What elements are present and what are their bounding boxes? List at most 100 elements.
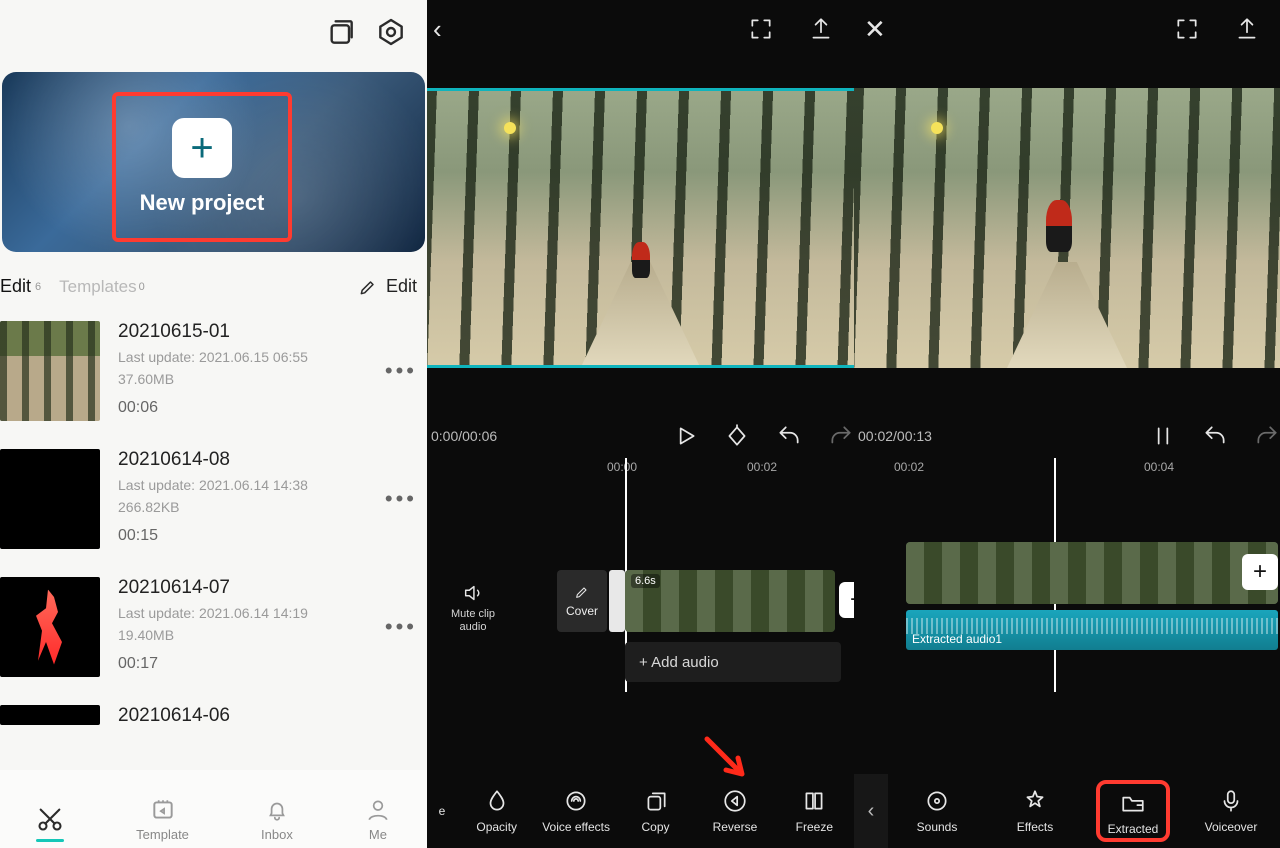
mic-icon bbox=[1218, 788, 1244, 814]
project-title: 20210614-08 bbox=[118, 449, 308, 471]
audio-track[interactable]: Extracted audio1 bbox=[906, 610, 1278, 650]
extracted-highlight: Extracted bbox=[1096, 780, 1171, 842]
tool-label: Opacity bbox=[476, 820, 517, 834]
project-more-icon[interactable]: ••• bbox=[385, 358, 423, 384]
project-title: 20210615-01 bbox=[118, 321, 308, 343]
timeline[interactable]: + Extracted audio1 bbox=[854, 482, 1280, 712]
video-preview[interactable] bbox=[854, 88, 1280, 368]
project-item[interactable]: 20210614-06 bbox=[0, 691, 427, 727]
tool-row: e Opacity Voice effects Copy Reverse Fre… bbox=[427, 774, 854, 848]
project-title: 20210614-06 bbox=[118, 705, 230, 727]
nav-edit[interactable] bbox=[36, 805, 64, 842]
tool-row: ‹ Sounds Effects Extracted Voiceover bbox=[854, 774, 1280, 848]
tool-label: e bbox=[439, 804, 446, 818]
play-icon[interactable] bbox=[672, 423, 698, 449]
tool-reverse[interactable]: Reverse bbox=[695, 788, 774, 834]
pause-icon[interactable] bbox=[1150, 423, 1176, 449]
add-audio-button[interactable]: + Add audio bbox=[625, 642, 841, 682]
video-clip[interactable] bbox=[906, 542, 1278, 604]
video-clip[interactable]: 6.6s bbox=[625, 570, 835, 632]
plus-icon: + bbox=[172, 118, 232, 178]
timeline-ruler[interactable]: 00:02 00:04 bbox=[854, 460, 1280, 482]
tab-edit-count: 6 bbox=[35, 281, 41, 293]
clip-handle-left[interactable] bbox=[609, 570, 625, 632]
tool-freeze[interactable]: Freeze bbox=[775, 788, 854, 834]
project-more-icon[interactable]: ••• bbox=[385, 486, 423, 512]
project-item[interactable]: 20210615-01 Last update: 2021.06.15 06:5… bbox=[0, 307, 427, 435]
tool-label: Sounds bbox=[917, 820, 958, 834]
bell-icon bbox=[264, 797, 290, 823]
nav-inbox[interactable]: Inbox bbox=[261, 797, 293, 842]
back-icon[interactable]: ‹ bbox=[433, 14, 442, 45]
add-clip-button[interactable]: + bbox=[1242, 554, 1278, 590]
timeline-ruler[interactable]: 00:00 00:02 bbox=[427, 460, 854, 482]
project-thumb bbox=[0, 577, 100, 677]
add-audio-label: + Add audio bbox=[639, 654, 719, 671]
folder-icon bbox=[1120, 790, 1146, 816]
mute-label: Mute clip audio bbox=[443, 608, 503, 634]
tool-sounds[interactable]: Sounds bbox=[888, 788, 986, 834]
timeline[interactable]: Mute clip audio Cover 6.6s + + Add audio bbox=[427, 482, 854, 712]
voice-effects-icon bbox=[563, 788, 589, 814]
nav-inbox-label: Inbox bbox=[261, 827, 293, 842]
tool-scroll-left[interactable]: ‹ bbox=[854, 774, 888, 848]
effects-icon bbox=[1022, 788, 1048, 814]
tool-opacity[interactable]: Opacity bbox=[457, 788, 536, 834]
tool-label: Voiceover bbox=[1205, 820, 1258, 834]
edit-mode-label: Edit bbox=[386, 276, 417, 297]
fullscreen-icon[interactable] bbox=[1174, 16, 1200, 42]
reverse-icon bbox=[722, 788, 748, 814]
home-panel: + New project Edit 6 Templates 0 Edit 20… bbox=[0, 0, 427, 848]
mute-clip-audio-button[interactable]: Mute clip audio bbox=[443, 582, 503, 634]
keyframe-icon[interactable] bbox=[724, 423, 750, 449]
undo-icon[interactable] bbox=[1202, 423, 1228, 449]
edit-mode-button[interactable]: Edit bbox=[358, 276, 417, 297]
tool-partial[interactable]: e bbox=[427, 804, 457, 818]
tab-templates-count: 0 bbox=[139, 281, 145, 293]
ruler-mark: 00:00 bbox=[607, 460, 637, 474]
project-more-icon[interactable]: ••• bbox=[385, 614, 423, 640]
nav-me[interactable]: Me bbox=[365, 797, 391, 842]
video-preview[interactable] bbox=[427, 88, 854, 368]
tool-voice-effects[interactable]: Voice effects bbox=[536, 788, 615, 834]
ruler-mark: 00:04 bbox=[1144, 460, 1174, 474]
tool-label: Extracted bbox=[1108, 822, 1159, 836]
cover-button[interactable]: Cover bbox=[557, 570, 607, 632]
export-icon[interactable] bbox=[808, 16, 834, 42]
template-icon bbox=[150, 797, 176, 823]
project-size: 19.40MB bbox=[118, 627, 308, 643]
tool-label: Reverse bbox=[713, 820, 758, 834]
nav-template-label: Template bbox=[136, 827, 189, 842]
playback-time: 00:02/00:13 bbox=[858, 428, 932, 444]
project-title: 20210614-07 bbox=[118, 577, 308, 599]
project-item[interactable]: 20210614-08 Last update: 2021.06.14 14:3… bbox=[0, 435, 427, 563]
close-icon[interactable]: ✕ bbox=[864, 14, 886, 45]
redo-icon[interactable] bbox=[1254, 423, 1280, 449]
tool-copy[interactable]: Copy bbox=[616, 788, 695, 834]
settings-icon[interactable] bbox=[375, 16, 407, 48]
scissors-icon bbox=[36, 805, 64, 833]
project-updated: Last update: 2021.06.15 06:55 bbox=[118, 349, 308, 365]
ruler-mark: 00:02 bbox=[747, 460, 777, 474]
bottom-nav: Template Inbox Me bbox=[0, 770, 427, 848]
pencil-icon bbox=[574, 584, 590, 600]
cards-icon[interactable] bbox=[325, 16, 357, 48]
nav-template[interactable]: Template bbox=[136, 797, 189, 842]
project-duration: 00:15 bbox=[118, 527, 308, 545]
clip-duration-tag: 6.6s bbox=[631, 574, 660, 588]
project-size: 37.60MB bbox=[118, 371, 308, 387]
tool-effects[interactable]: Effects bbox=[986, 788, 1084, 834]
tool-label: Voice effects bbox=[542, 820, 610, 834]
tool-extracted[interactable]: Extracted bbox=[1084, 780, 1182, 842]
tool-voiceover[interactable]: Voiceover bbox=[1182, 788, 1280, 834]
undo-icon[interactable] bbox=[776, 423, 802, 449]
redo-icon[interactable] bbox=[828, 423, 854, 449]
project-size: 266.82KB bbox=[118, 499, 308, 515]
speaker-icon bbox=[462, 582, 484, 604]
tab-templates[interactable]: Templates bbox=[59, 277, 136, 297]
export-icon[interactable] bbox=[1234, 16, 1260, 42]
fullscreen-icon[interactable] bbox=[748, 16, 774, 42]
project-item[interactable]: 20210614-07 Last update: 2021.06.14 14:1… bbox=[0, 563, 427, 691]
new-project-button[interactable]: + New project bbox=[112, 92, 292, 242]
tab-edit[interactable]: Edit bbox=[0, 276, 31, 297]
